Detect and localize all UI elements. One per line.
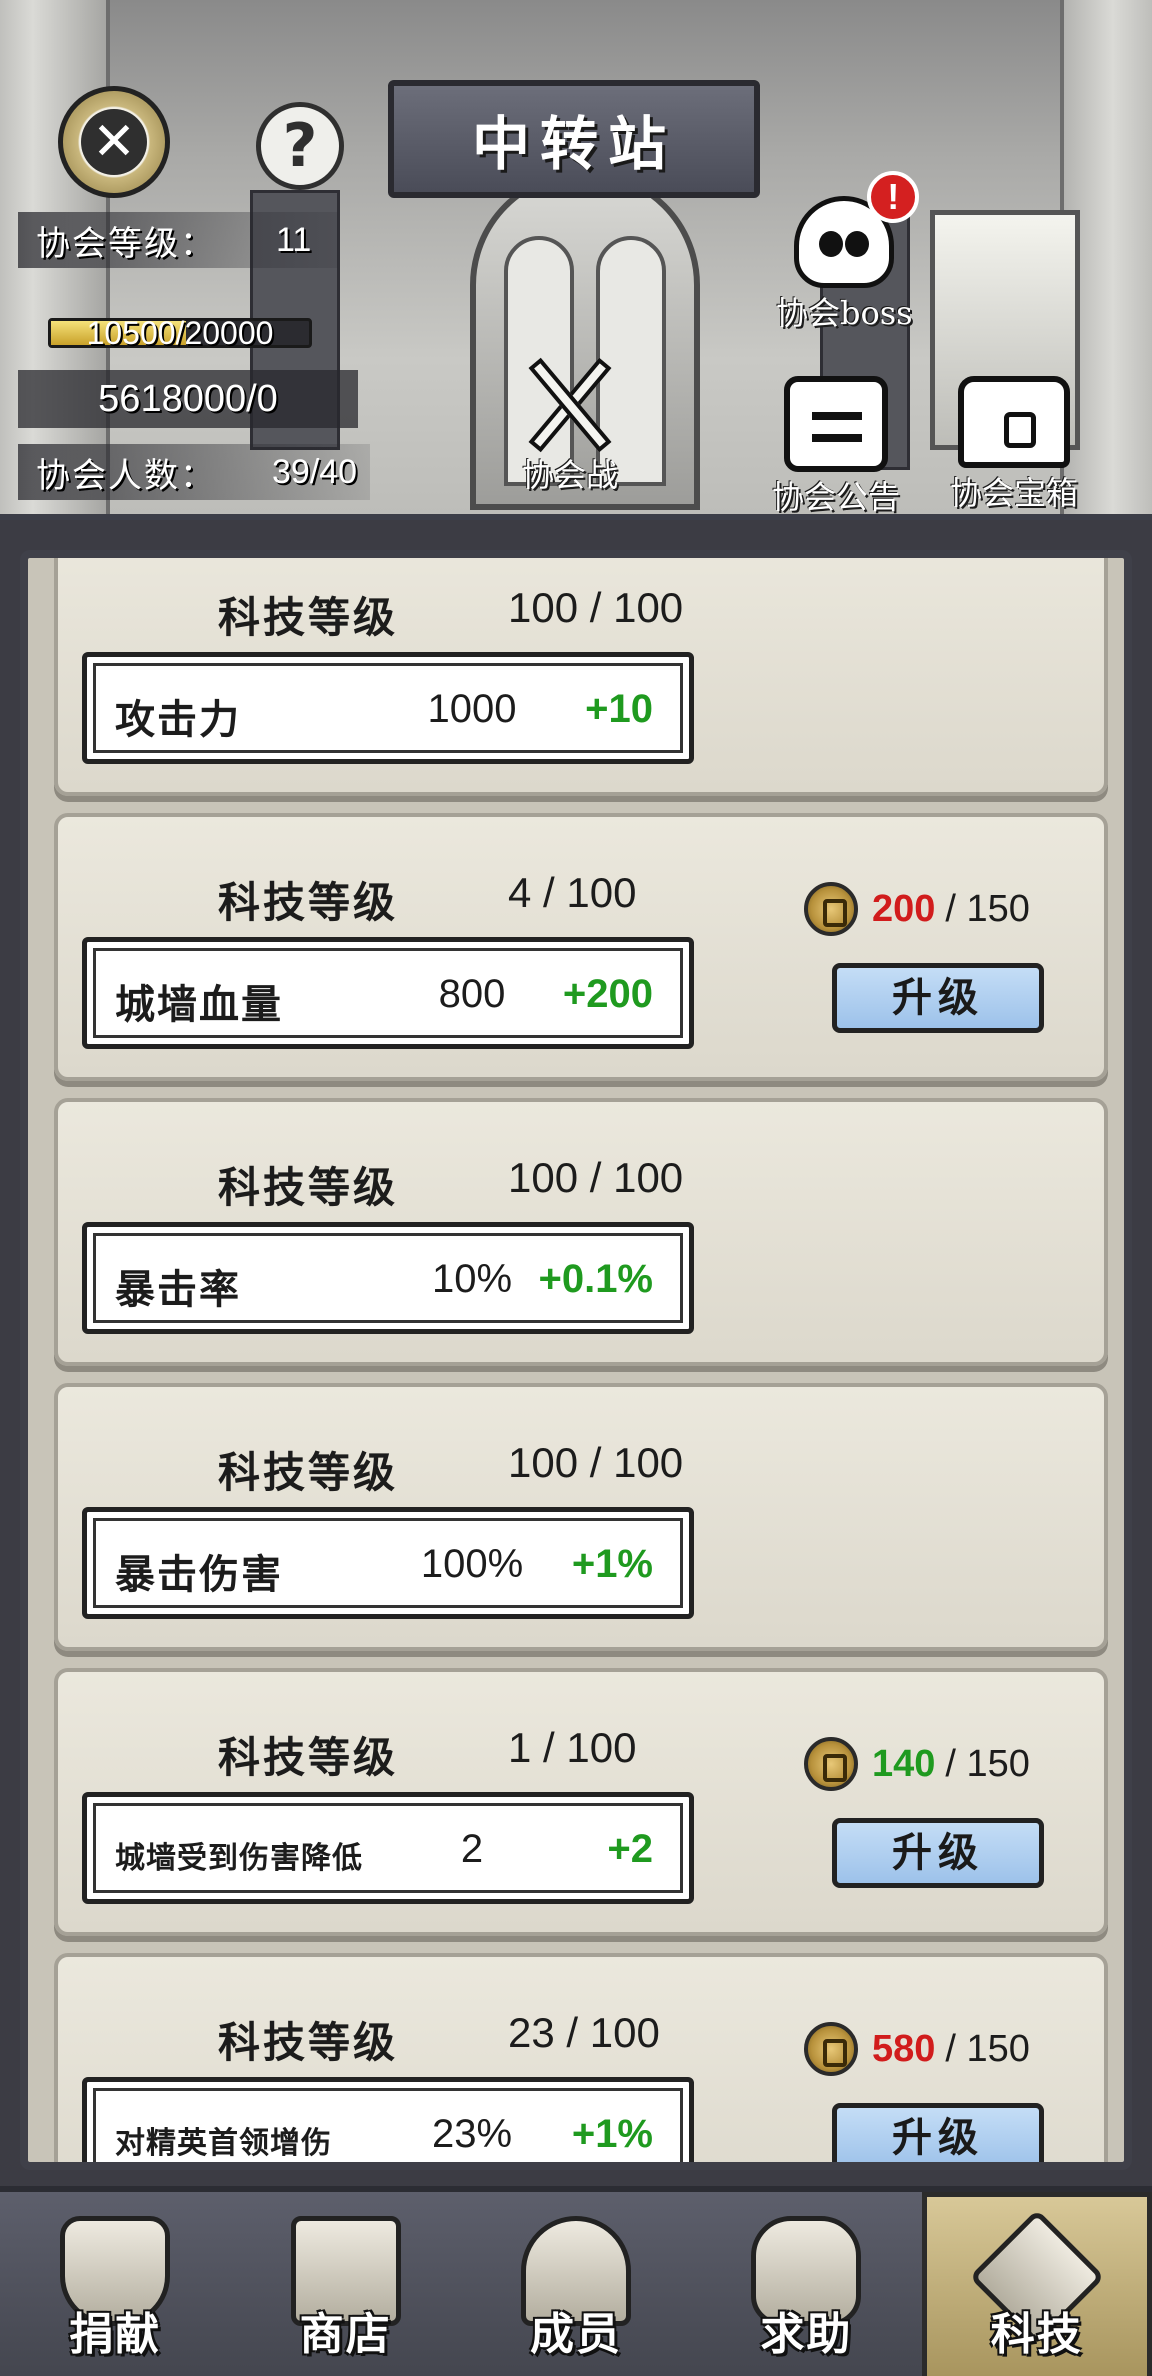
coin-icon	[804, 2022, 858, 2076]
tab-tech[interactable]: 科技	[921, 2192, 1152, 2376]
stat-current-value: 10%	[431, 1257, 513, 1301]
treasure-chest-icon	[958, 376, 1070, 468]
tech-card: 科技等级 1 / 100 城墙受到伤害降低 2 +2 140/ 150 升级	[54, 1668, 1108, 1936]
tab-shop-label: 商店	[299, 2309, 392, 2360]
guild-level-row: 协会等级： 11	[18, 212, 338, 268]
stat-name: 暴击伤害	[115, 1551, 283, 1598]
tab-members[interactable]: 成员	[461, 2192, 691, 2376]
guild-notice-label: 协会公告	[772, 478, 901, 516]
close-button[interactable]: ✕	[58, 86, 170, 198]
cost-need: / 150	[945, 2027, 1030, 2070]
tab-help-label: 求助	[760, 2309, 853, 2360]
tab-members-label: 成员	[529, 2309, 622, 2360]
stat-box: 对精英首领增伤 23% +1%	[82, 2077, 694, 2162]
coin-icon	[804, 882, 858, 936]
tab-donate[interactable]: 捐献	[0, 2192, 230, 2376]
stat-box: 暴击率 10% +0.1%	[82, 1222, 694, 1334]
tech-card: 科技等级 100 / 100 暴击率 10% +0.1%	[54, 1098, 1108, 1366]
coin-icon	[804, 1737, 858, 1791]
tech-level-label: 科技等级	[218, 1733, 399, 1782]
cost-have: 580	[872, 2027, 936, 2070]
guild-chest-button[interactable]: 协会宝箱	[950, 376, 1078, 514]
tab-shop[interactable]: 商店	[230, 2192, 460, 2376]
tech-level-label: 科技等级	[218, 1448, 399, 1497]
guild-members-value: 39/40	[272, 452, 358, 491]
stat-gain-value: +10	[585, 687, 653, 731]
stat-current-value: 100%	[420, 1542, 524, 1586]
tech-level-value: 100 / 100	[508, 1154, 684, 1201]
stat-current-value: 23%	[431, 2112, 513, 2156]
tech-card: 科技等级 100 / 100 攻击力 1000 +10	[54, 558, 1108, 796]
cost-need: / 150	[945, 887, 1030, 930]
stat-box: 暴击伤害 100% +1%	[82, 1507, 694, 1619]
upgrade-cost: 200/ 150	[804, 879, 1030, 939]
tech-card: 科技等级 23 / 100 对精英首领增伤 23% +1% 580/ 150 升级	[54, 1953, 1108, 2162]
cost-have: 140	[872, 1742, 936, 1785]
help-button[interactable]: ?	[256, 102, 344, 190]
tech-level-value: 100 / 100	[508, 584, 684, 631]
guild-war-button[interactable]: 协会战	[510, 350, 630, 496]
stat-name: 攻击力	[115, 696, 241, 743]
stat-name: 城墙受到伤害降低	[115, 1841, 363, 1876]
header-scene: 中转站 ✕ ? 协会等级： 11 10500/20000 5618000/0 协…	[0, 0, 1152, 520]
guild-exp-bar: 10500/20000	[48, 315, 312, 351]
guild-chest-label: 协会宝箱	[950, 474, 1079, 512]
upgrade-button[interactable]: 升级	[832, 1818, 1044, 1888]
upgrade-cost: 580/ 150	[804, 2019, 1030, 2079]
alert-badge: !	[867, 171, 920, 223]
tech-level-label: 科技等级	[218, 878, 399, 927]
stat-gain-value: +1%	[571, 1542, 653, 1586]
stat-gain-value: +1%	[571, 2112, 653, 2156]
guild-exp-text: 10500/20000	[86, 315, 274, 351]
guild-members-label: 协会人数：	[36, 455, 216, 496]
tab-help[interactable]: 求助	[691, 2192, 921, 2376]
tech-card-list[interactable]: 科技等级 100 / 100 攻击力 1000 +10 科技等级 4 / 100 城墙血量 80…	[28, 558, 1124, 2162]
stat-current-value: 1000	[427, 687, 517, 731]
tech-panel[interactable]: 科技等级 100 / 100 攻击力 1000 +10 科技等级 4 / 100 城墙血量 80…	[20, 550, 1132, 2170]
stat-current-value: 800	[438, 972, 506, 1016]
stat-gain-value: +2	[607, 1827, 653, 1871]
tech-card: 科技等级 100 / 100 暴击伤害 100% +1%	[54, 1383, 1108, 1651]
upgrade-cost: 140/ 150	[804, 1734, 1030, 1794]
upgrade-button[interactable]: 升级	[832, 2103, 1044, 2162]
close-icon: ✕	[81, 109, 147, 175]
stat-name: 城墙血量	[115, 981, 283, 1028]
tech-level-label: 科技等级	[218, 1163, 399, 1212]
stat-box: 攻击力 1000 +10	[82, 652, 694, 764]
stat-box: 城墙血量 800 +200	[82, 937, 694, 1049]
guild-notice-button[interactable]: 协会公告	[772, 376, 901, 516]
guild-level-label: 协会等级：	[36, 223, 216, 264]
tab-donate-label: 捐献	[69, 2309, 162, 2360]
title-plate: 中转站	[388, 80, 760, 198]
stat-gain-value: +0.1%	[538, 1257, 653, 1301]
notice-board-icon	[784, 376, 888, 472]
guild-level-value: 11	[276, 220, 312, 259]
bottom-nav: 捐献 商店 成员 求助 科技	[0, 2186, 1152, 2376]
guild-members-row: 协会人数： 39/40	[18, 444, 370, 500]
guild-boss-button[interactable]: ! 协会boss	[776, 171, 920, 334]
guild-funds: 5618000/0	[18, 370, 358, 428]
cost-need: / 150	[945, 1742, 1030, 1785]
tech-level-label: 科技等级	[218, 2018, 399, 2067]
crossed-swords-icon	[510, 350, 630, 460]
tech-card: 科技等级 4 / 100 城墙血量 800 +200 200/ 150 升级	[54, 813, 1108, 1081]
stat-name: 对精英首领增伤	[115, 2126, 332, 2161]
stat-current-value: 2	[460, 1827, 484, 1871]
stat-name: 暴击率	[115, 1266, 241, 1313]
stat-gain-value: +200	[562, 972, 653, 1016]
tech-level-value: 100 / 100	[508, 1439, 684, 1486]
tech-level-value: 23 / 100	[508, 2009, 660, 2056]
tab-tech-label: 科技	[990, 2309, 1083, 2360]
upgrade-button[interactable]: 升级	[832, 963, 1044, 1033]
page-title: 中转站	[471, 110, 676, 178]
skull-icon: !	[794, 171, 920, 288]
tech-level-value: 4 / 100	[508, 869, 637, 916]
guild-boss-label: 协会boss	[776, 294, 913, 332]
tech-level-value: 1 / 100	[508, 1724, 637, 1771]
cost-have: 200	[872, 887, 936, 930]
stat-box: 城墙受到伤害降低 2 +2	[82, 1792, 694, 1904]
tech-level-label: 科技等级	[218, 593, 399, 642]
